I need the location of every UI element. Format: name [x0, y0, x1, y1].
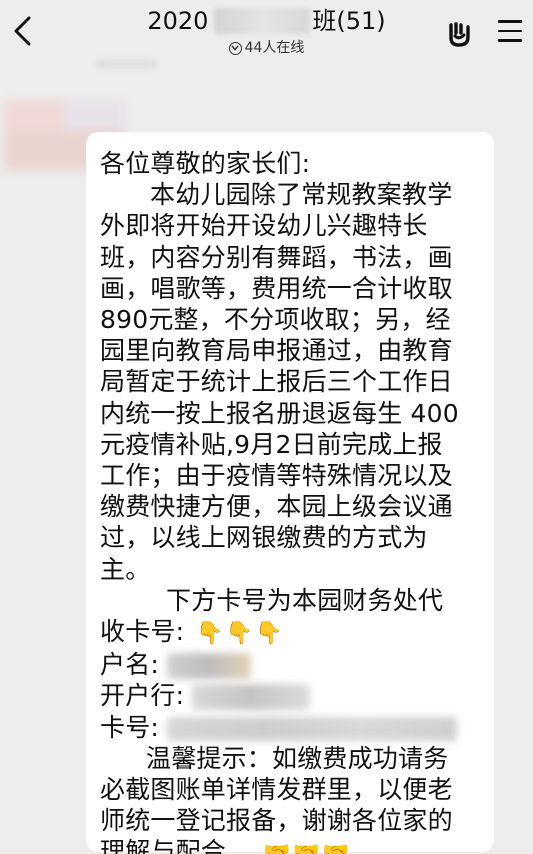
- tip-line: 师统一登记报备，谢谢各位家的: [100, 806, 453, 836]
- menu-button[interactable]: [498, 20, 524, 44]
- account-intro-line: 下方卡号为本园财务处代: [166, 585, 444, 615]
- redacted-card-number: [167, 716, 458, 741]
- account-intro-line-2: 收卡号: 👇👇👇: [100, 616, 480, 649]
- hand-gesture-button[interactable]: [442, 16, 476, 50]
- tip-line: 理解与配合。: [100, 837, 252, 854]
- body-line: 本幼儿园除了常规教案教学: [150, 180, 453, 210]
- bank-label: 开户行:: [100, 681, 185, 711]
- redacted-header-fragment: [96, 60, 156, 68]
- redacted-bank-name: [192, 684, 311, 711]
- card-row: 卡号:: [100, 712, 480, 743]
- tip-line: 必截图账单详情发群里，以便老: [100, 775, 453, 805]
- hand-gesture-icon: [449, 22, 470, 47]
- body-line: 缴费快捷方便，本园上级会议通: [100, 492, 453, 522]
- message-text: 各位尊敬的家长们: 本幼儿园除了常规教案教学 外即将开始开设幼儿兴趣特长 班，内…: [100, 148, 480, 854]
- body-line: 主。: [100, 554, 151, 584]
- redacted-class-name: [214, 8, 311, 34]
- card-label: 卡号:: [100, 712, 160, 742]
- body-line: 外即将开始开设幼儿兴趣特长: [100, 211, 428, 241]
- online-count: 44人在线: [244, 40, 305, 56]
- chat-title: 2020 班(51): [147, 6, 385, 36]
- body-line: 890元整，不分项收取；另，经: [100, 305, 451, 335]
- body-line: 工作；由于疫情等特殊情况以及: [100, 461, 453, 491]
- body-line: 园里向教育局申报通过，由教育: [100, 336, 453, 366]
- chat-header: 2020 班(51) 44人在线: [0, 0, 533, 68]
- greeting-line: 各位尊敬的家长们:: [100, 149, 311, 178]
- pointing-down-icon: 👇👇👇: [196, 621, 285, 647]
- online-status: 44人在线: [228, 39, 305, 57]
- body-line: 画，唱歌等，费用统一合计收取: [100, 273, 453, 303]
- account-intro-label: 收卡号:: [100, 617, 185, 647]
- chat-title-prefix: 2020: [147, 7, 209, 35]
- tip-line: 温馨提示：如缴费成功请务: [146, 743, 449, 773]
- body-line: 元疫情补贴,9月2日前完成上报: [100, 429, 443, 459]
- body-line: 局暂定于统计上报后三个工作日: [100, 367, 453, 397]
- tip-line-last: 理解与配合。 🤝🤝🤝: [100, 836, 480, 854]
- body-line: 内统一按上报名册退返每生 400: [100, 398, 459, 428]
- hamburger-menu-icon: [498, 20, 524, 42]
- bank-row: 开户行:: [100, 680, 480, 711]
- account-name-row: 户名:: [100, 649, 480, 680]
- handshake-icon: 🤝🤝🤝: [263, 841, 352, 854]
- chat-title-suffix: 班(51): [312, 7, 386, 35]
- account-name-label: 户名:: [100, 650, 160, 680]
- redacted-account-name: [167, 653, 252, 680]
- body-line: 班，内容分别有舞蹈，书法，画: [100, 242, 453, 272]
- body-line: 过，以线上网银缴费的方式为: [100, 523, 428, 553]
- online-status-icon: [228, 41, 242, 55]
